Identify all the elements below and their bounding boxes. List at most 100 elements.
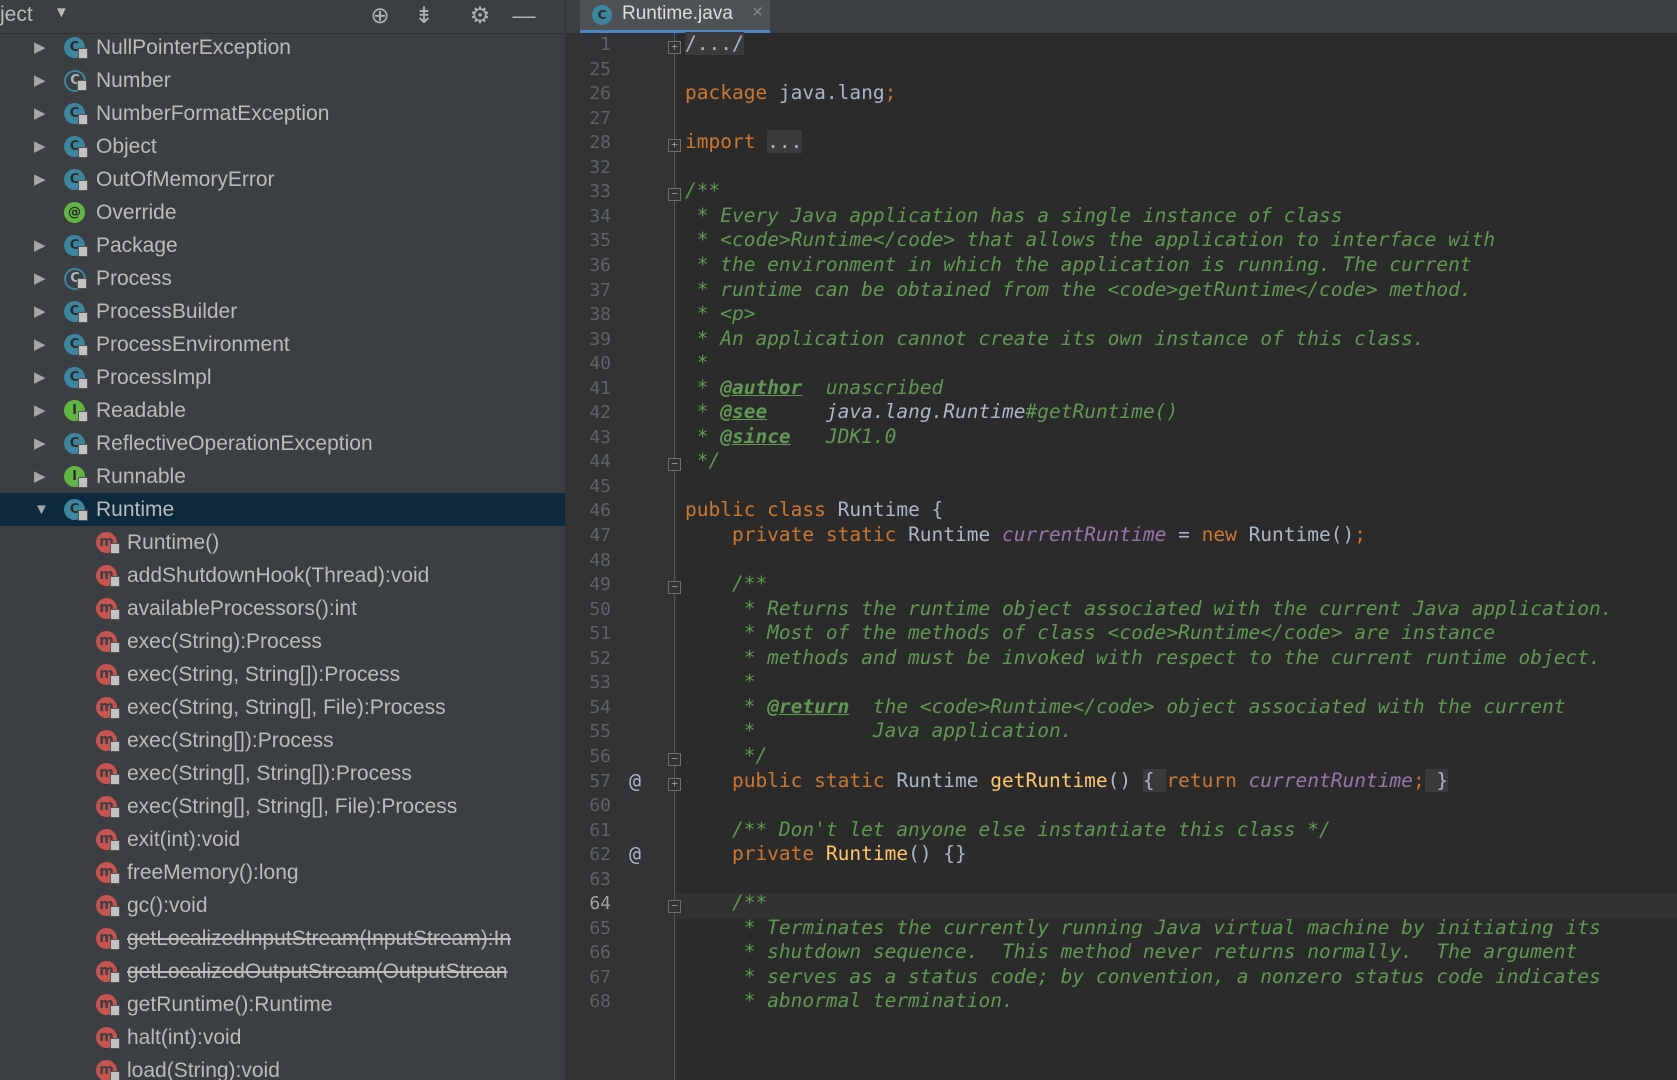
expand-arrow-icon[interactable]: ▶ [34,460,50,493]
code-token: /** Don't let anyone else instantiate th… [685,817,1331,841]
fold-collapse-icon[interactable]: − [668,900,681,914]
code-token: @author [720,375,803,399]
expand-arrow-icon[interactable]: ▶ [34,163,50,196]
fold-collapse-icon[interactable]: − [668,458,681,472]
tree-item-label: NumberFormatException [96,102,330,125]
tree-item[interactable]: ▶ C ReflectiveOperationException [0,427,565,460]
expand-arrow-icon[interactable]: ▶ [34,130,50,163]
code-token: = [1166,523,1202,546]
override-marker-icon[interactable]: @ [629,769,641,793]
tree-item[interactable]: ▶ C OutOfMemoryError [0,163,565,196]
line-number: 37 [589,279,611,301]
expand-arrow-icon[interactable]: ▶ [34,262,50,295]
method-item[interactable]: m Runtime() [0,526,565,559]
code-token: <code> [720,228,791,252]
method-item[interactable]: m availableProcessors():int [0,592,565,625]
expand-arrow-icon[interactable]: ▶ [34,427,50,460]
method-item[interactable]: m exec(String[], String[], File):Process [0,790,565,823]
code-token: </code> [1072,694,1155,718]
method-item[interactable]: m addShutdownHook(Thread):void [0,559,565,592]
method-label: halt(int):void [127,1026,242,1049]
expand-arrow-icon[interactable]: ▶ [34,64,50,97]
line-number: 63 [589,868,611,890]
line-number: 35 [589,230,611,252]
code-token: * An application cannot create its own i… [685,326,1425,350]
code-token: currentRuntime [1248,768,1413,792]
tree-item[interactable]: ▶ C Process [0,262,565,295]
expand-arrow-icon[interactable]: ▶ [34,31,50,64]
gear-icon[interactable]: ⚙ [464,0,496,30]
tree-item[interactable]: ▶ C ProcessBuilder [0,295,565,328]
minimize-icon[interactable]: — [508,0,540,30]
collapse-icon[interactable]: ⇟ [408,0,440,30]
method-item[interactable]: m halt(int):void [0,1021,565,1054]
code-token: * [685,424,721,448]
override-marker-icon[interactable]: @ [629,842,641,866]
method-item[interactable]: m load(String):void [0,1054,565,1080]
code-line: /** Don't let anyone else instantiate th… [685,818,1331,841]
method-item[interactable]: m gc():void [0,889,565,922]
method-item[interactable]: m getRuntime():Runtime [0,988,565,1021]
fold-collapse-icon[interactable]: − [668,581,681,595]
method-item[interactable]: m getLocalizedOutputStream(OutputStrean [0,955,565,988]
tree-item[interactable]: ▶ C ProcessEnvironment [0,328,565,361]
tree-item[interactable]: ▶ C NullPointerException [0,31,565,64]
tree-item[interactable]: ▶ C Number [0,64,565,97]
expand-arrow-icon[interactable]: ▶ [34,394,50,427]
crosshair-icon[interactable]: ⊕ [364,0,396,30]
code-token: ; [1412,768,1425,792]
exception-icon: C [64,37,88,59]
code-token: Runtime [790,228,873,252]
method-item[interactable]: m exec(String):Process [0,625,565,658]
expand-arrow-icon[interactable]: ▶ [34,328,50,361]
code-line: import ... [685,130,803,154]
code-token: java.lang.Runtime [825,400,1026,424]
method-item[interactable]: m exec(String[], String[]):Process [0,757,565,790]
code-token: Runtime [896,768,991,792]
line-number: 64 [589,893,611,915]
method-item[interactable]: m exec(String, String[]):Process [0,658,565,691]
fold-expand-icon[interactable]: + [668,41,681,54]
tree-item-selected[interactable]: ▼ C Runtime [0,493,565,526]
method-icon: m [96,1027,120,1049]
code-line: * <p> [685,302,756,325]
expand-arrow-icon[interactable]: ▶ [34,295,50,328]
line-number: 52 [589,647,611,669]
method-item[interactable]: m exit(int):void [0,823,565,856]
code-token: Runtime() [1248,523,1355,546]
method-item[interactable]: m getLocalizedInputStream(InputStream):In [0,922,565,955]
method-item[interactable]: m exec(String, String[], File):Process [0,691,565,724]
expand-arrow-icon[interactable]: ▶ [34,361,50,394]
method-item[interactable]: m freeMemory():long [0,856,565,889]
method-label: load(String):void [127,1059,280,1080]
close-icon[interactable]: × [752,2,763,24]
collapse-arrow-icon[interactable]: ▼ [34,493,50,526]
tree-item[interactable]: ▶ I Runnable [0,460,565,493]
tree-item[interactable]: @ Override [0,196,565,229]
method-item[interactable]: m exec(String[]):Process [0,724,565,757]
code-editor[interactable]: 1 + /.../ 25 26 package java.lang; 27 28 + import… [566,32,1677,1080]
code-token: /** [685,179,721,203]
expand-arrow-icon[interactable]: ▶ [34,97,50,130]
code-line: /.../ [685,32,744,55]
fold-collapse-icon[interactable]: − [668,752,681,766]
view-dropdown-icon[interactable]: ▼ [54,4,69,21]
code-token: * [685,694,768,718]
tree-item[interactable]: ▶ C Object [0,130,565,163]
tree-item[interactable]: ▶ I Readable [0,394,565,427]
expand-arrow-icon[interactable]: ▶ [34,229,50,262]
code-token: getRuntime [990,768,1108,792]
fold-expand-icon[interactable]: + [668,139,681,153]
fold-collapse-icon[interactable]: − [668,188,681,202]
fold-expand-icon[interactable]: + [668,777,681,791]
code-token: ; [1354,523,1366,546]
class-icon: C [64,334,88,356]
tree-item[interactable]: ▶ C Package [0,229,565,262]
tree-item[interactable]: ▶ C ProcessImpl [0,361,565,394]
project-view-title[interactable]: ject [0,3,33,27]
code-token: * [685,375,721,399]
line-number: 25 [589,58,611,80]
tree-item[interactable]: ▶ C NumberFormatException [0,97,565,130]
editor-tab[interactable]: C Runtime.java × [580,0,770,33]
method-icon: m [96,994,120,1016]
